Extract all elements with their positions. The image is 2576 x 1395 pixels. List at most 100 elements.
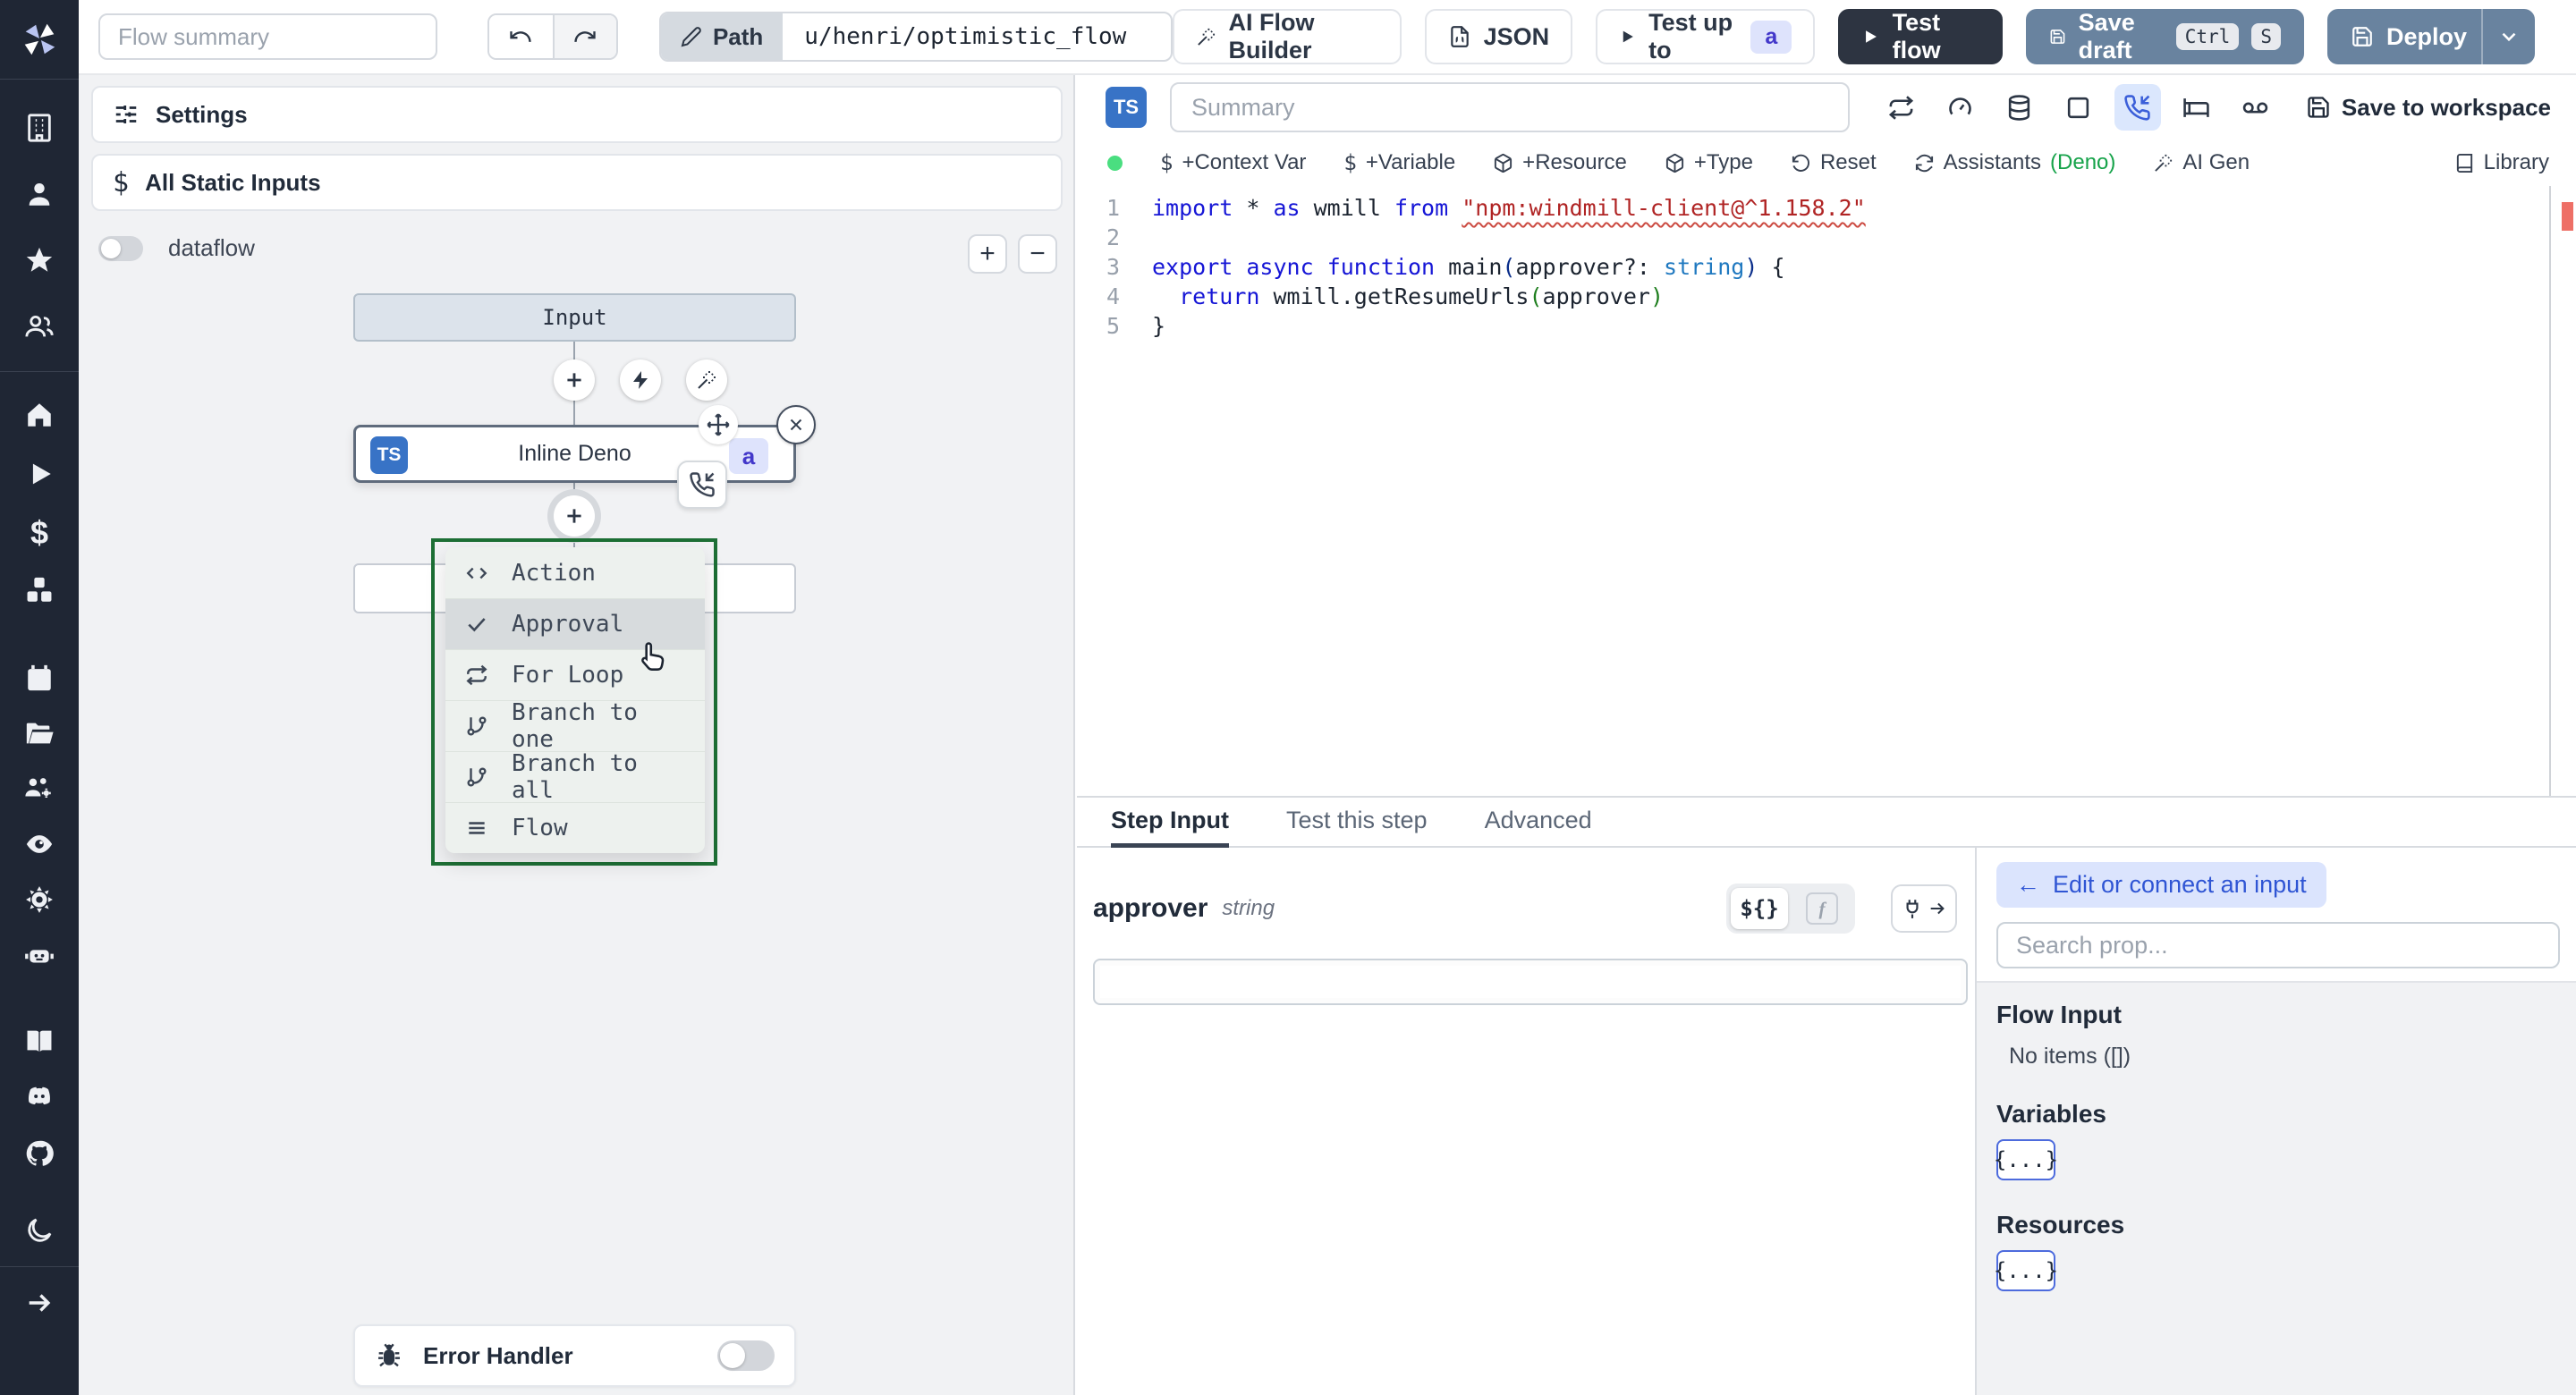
fn-mode-button[interactable]: f: [1793, 888, 1851, 929]
git-branch-icon: [467, 716, 487, 736]
field-type: string: [1222, 896, 1275, 920]
expand-sidebar-arrow-icon[interactable]: [23, 1287, 55, 1319]
path-edit-button[interactable]: Path: [660, 13, 784, 60]
reset-button[interactable]: Reset: [1791, 150, 1877, 175]
file-json-icon: [1450, 26, 1469, 47]
github-icon[interactable]: [23, 1137, 55, 1170]
menu-item-for-loop[interactable]: For Loop: [445, 649, 705, 700]
add-resource-button[interactable]: +Resource: [1493, 150, 1627, 175]
flow-input-node[interactable]: Input: [353, 293, 796, 342]
add-variable-button[interactable]: $ +Variable: [1343, 150, 1455, 175]
dataflow-toggle[interactable]: [98, 235, 143, 261]
json-button[interactable]: JSON: [1424, 9, 1573, 64]
test-flow-button[interactable]: Test flow: [1838, 9, 2003, 64]
sidebar-divider: [0, 1266, 79, 1267]
zoom-in-button[interactable]: +: [968, 234, 1007, 274]
tab-advanced[interactable]: Advanced: [1485, 798, 1592, 848]
package-icon: [1665, 153, 1683, 173]
settings-gear-icon[interactable]: [23, 884, 55, 916]
mock-square-icon[interactable]: [2055, 84, 2102, 131]
workspace-icon[interactable]: [23, 112, 55, 144]
flow-settings-button[interactable]: Settings: [91, 86, 1063, 143]
insert-step-button[interactable]: [554, 359, 595, 401]
workers-users-gear-icon[interactable]: [23, 773, 55, 805]
test-up-to-step-badge[interactable]: a: [1750, 20, 1792, 54]
flow-summary-input[interactable]: [98, 13, 437, 60]
step-summary-input[interactable]: [1170, 82, 1850, 132]
home-icon[interactable]: [23, 399, 55, 431]
typescript-badge: TS: [1106, 87, 1147, 128]
zoom-out-button[interactable]: −: [1018, 234, 1057, 274]
menu-item-flow[interactable]: Flow: [445, 802, 705, 853]
ai-insert-button[interactable]: [686, 359, 727, 401]
menu-item-branch-to-all[interactable]: Branch to all: [445, 750, 705, 804]
docs-book-icon[interactable]: [23, 1025, 55, 1057]
approver-value-input[interactable]: [1093, 959, 1968, 1005]
cache-database-icon[interactable]: [1996, 84, 2043, 131]
path-field[interactable]: Path u/henri/optimistic_flow: [658, 12, 1173, 62]
dollar-icon: $: [113, 166, 130, 199]
assistants-button[interactable]: Assistants (Deno): [1914, 150, 2115, 175]
suspend-phone-incoming-icon[interactable]: [2114, 84, 2161, 131]
edit-or-connect-back-button[interactable]: ← Edit or connect an input: [1996, 862, 2326, 908]
undo-button[interactable]: [489, 15, 553, 58]
path-value: u/henri/optimistic_flow: [804, 23, 1127, 50]
user-icon[interactable]: [23, 178, 55, 210]
sleep-bed-icon[interactable]: [2174, 84, 2220, 131]
tab-test-this-step[interactable]: Test this step: [1286, 798, 1428, 848]
suspend-approval-badge[interactable]: [677, 461, 727, 509]
json-label: JSON: [1483, 22, 1550, 50]
move-step-handle[interactable]: [699, 405, 738, 444]
library-button[interactable]: Library: [2454, 150, 2549, 175]
menu-item-action[interactable]: Action: [445, 547, 705, 598]
menu-item-branch-to-one[interactable]: Branch to one: [445, 699, 705, 753]
add-context-var-button[interactable]: $ +Context Var: [1160, 150, 1306, 175]
dark-mode-moon-icon[interactable]: [23, 1214, 55, 1247]
tab-step-input[interactable]: Step Input: [1111, 798, 1229, 848]
connect-input-button[interactable]: [1891, 884, 1957, 933]
resources-heading: Resources: [1996, 1211, 2125, 1239]
early-stop-gauge-icon[interactable]: [1937, 84, 1984, 131]
ai-robot-icon[interactable]: [23, 939, 55, 971]
insert-step-menu: Action Approval For Loop Branch to one B…: [445, 547, 705, 853]
resources-object-button[interactable]: {...}: [1994, 1250, 2058, 1291]
editor-error-marker: [2562, 202, 2573, 231]
app-sidebar: $: [0, 0, 79, 1395]
folders-icon[interactable]: [23, 717, 55, 749]
delete-step-button[interactable]: [776, 405, 816, 444]
undo-redo-group: [487, 13, 618, 60]
audit-eye-icon[interactable]: [23, 828, 55, 860]
code-editor[interactable]: 1 import * as wmill from "npm:windmill-cl…: [1077, 186, 2576, 796]
favorites-star-icon[interactable]: [23, 244, 55, 276]
test-up-to-button[interactable]: Test up to a: [1596, 9, 1816, 64]
deploy-button[interactable]: Deploy: [2326, 9, 2535, 64]
ai-flow-builder-button[interactable]: AI Flow Builder: [1172, 9, 1402, 64]
discord-icon[interactable]: [23, 1080, 55, 1112]
menu-item-approval[interactable]: Approval: [445, 598, 705, 649]
insert-trigger-button[interactable]: [620, 359, 661, 401]
ai-gen-button[interactable]: AI Gen: [2153, 150, 2250, 175]
groups-icon[interactable]: [23, 310, 55, 342]
add-type-button[interactable]: +Type: [1665, 150, 1753, 175]
retries-repeat-icon[interactable]: [1878, 84, 1925, 131]
chevron-down-icon[interactable]: [2497, 25, 2521, 48]
redo-button[interactable]: [552, 15, 616, 58]
variables-dollar-icon[interactable]: $: [23, 514, 55, 551]
schedules-calendar-icon[interactable]: [23, 662, 55, 694]
ai-flow-builder-label: AI Flow Builder: [1228, 9, 1315, 63]
all-static-inputs-button[interactable]: $ All Static Inputs: [91, 154, 1063, 211]
concurrency-voicemail-icon[interactable]: [2233, 84, 2279, 131]
menu-lines-icon: [469, 822, 485, 834]
error-handler-toggle[interactable]: [717, 1340, 775, 1371]
expr-mode-button[interactable]: ${}: [1731, 888, 1788, 929]
resources-boxes-icon[interactable]: [23, 574, 55, 606]
windmill-logo-icon[interactable]: [0, 0, 79, 79]
save-draft-button[interactable]: Save draft Ctrl S: [2025, 9, 2304, 64]
runs-play-icon[interactable]: [23, 458, 55, 490]
flow-input-heading: Flow Input: [1996, 1001, 2122, 1028]
save-to-workspace-button[interactable]: Save to workspace: [2306, 94, 2551, 122]
step-tabs: Step Input Test this step Advanced: [1077, 796, 2576, 848]
search-prop-input[interactable]: [1996, 922, 2560, 968]
variables-object-button[interactable]: {...}: [1994, 1139, 2058, 1180]
insert-after-step-button[interactable]: [547, 489, 601, 543]
